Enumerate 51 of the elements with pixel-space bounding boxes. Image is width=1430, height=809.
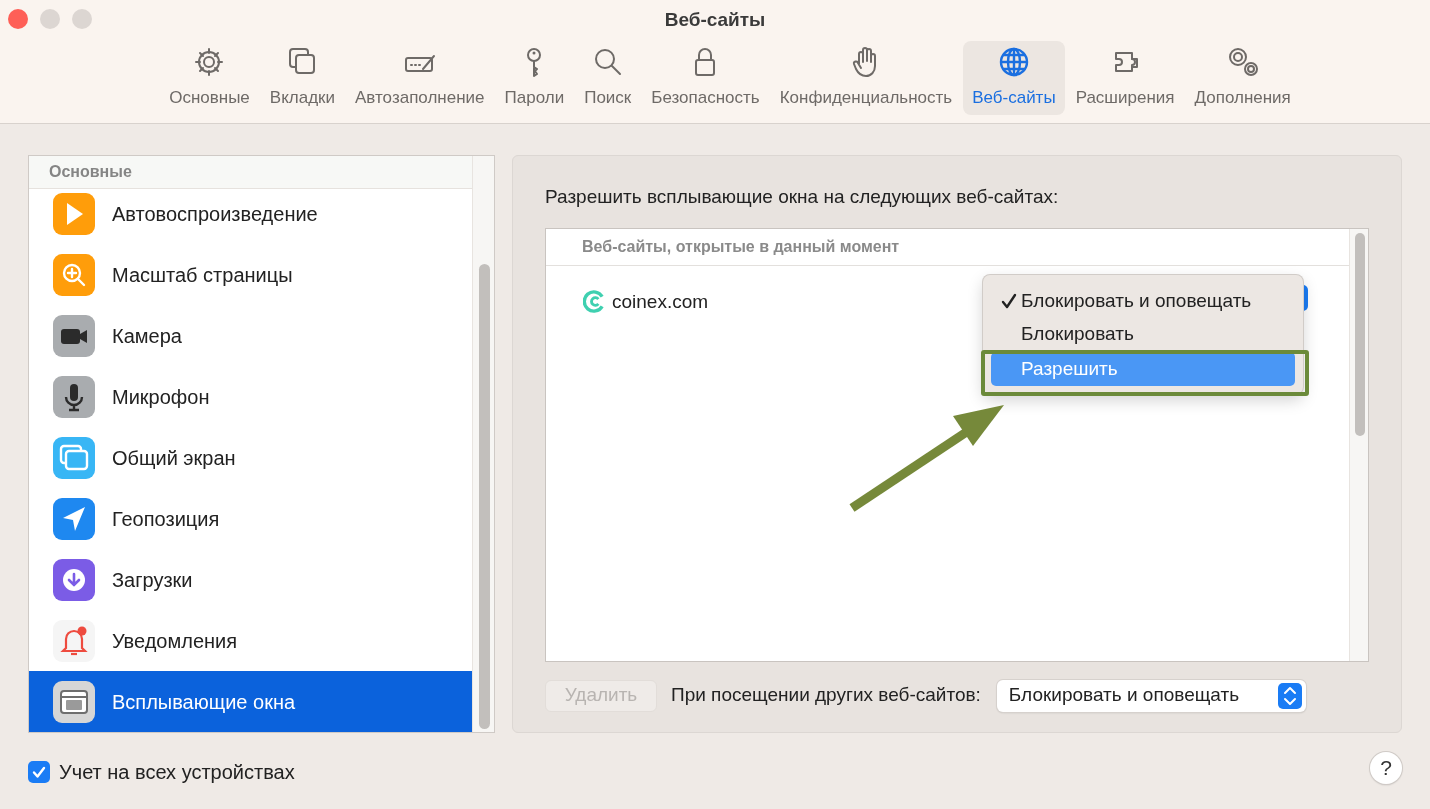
toolbar-tab[interactable]: Поиск [575,40,641,115]
help-button[interactable]: ? [1370,752,1402,784]
close-button[interactable] [8,9,28,29]
zoom-button[interactable] [72,9,92,29]
other-sites-popup[interactable]: Блокировать и оповещать [996,679,1306,712]
sidebar-item[interactable]: Общий экран [29,427,472,488]
sidebar-item[interactable]: Масштаб страницы [29,244,472,305]
menu-item[interactable]: Блокировать и оповещать [991,286,1295,316]
toolbar-tab[interactable]: Основные [160,40,259,115]
download-icon [53,558,95,601]
panel-heading: Разрешить всплывающие окна на следующих веб-сайтах: [545,185,1060,209]
checkmark-icon [31,764,47,780]
menu-item[interactable]: Блокировать [991,319,1295,349]
camera-icon [53,314,95,357]
play-icon [53,192,95,235]
sidebar-item[interactable]: Микрофон [29,366,472,427]
column-header: Веб-сайты, открытые в данный момент [582,236,900,257]
bell-icon [53,619,95,662]
scroll-thumb[interactable] [479,264,490,729]
sidebar-item[interactable]: Автовоспроизведение [29,183,472,244]
menu-item[interactable]: Разрешить [991,352,1295,386]
toolbar-tab[interactable]: Дополнения [1185,40,1300,115]
window-title: Веб-сайты [664,8,766,32]
zoom-icon [53,253,95,296]
site-name: coinex.com [612,289,709,314]
checkbox[interactable] [28,761,50,783]
window-icon [53,680,95,723]
microphone-icon [53,375,95,418]
other-sites-label: При посещении других веб-сайтов: [671,683,981,708]
toolbar-tab[interactable]: Расширения [1066,40,1184,115]
minimize-button[interactable] [40,9,60,29]
toolbar-tab[interactable]: Пароли [495,40,574,115]
toolbar-tab[interactable]: Безопасность [642,40,769,115]
popup-value: Блокировать и оповещать [1008,683,1240,708]
sidebar-item[interactable]: Всплывающие окна [29,671,472,732]
stepper-icon [1277,682,1302,709]
checkmark-icon [1001,293,1017,309]
location-icon [53,497,95,540]
toolbar-tab[interactable]: Автозаполнение [346,40,494,115]
toolbar-tab[interactable]: Веб-сайты [963,40,1065,115]
sidebar-item[interactable]: Уведомления [29,610,472,671]
toolbar-tab[interactable]: Вкладки [260,40,345,115]
sidebar-item[interactable]: Геопозиция [29,488,472,549]
screens-icon [53,436,95,479]
section-header: Основные [49,162,132,182]
sidebar-item[interactable]: Загрузки [29,549,472,610]
site-logo-icon [583,290,606,314]
sidebar-item[interactable]: Камера [29,305,472,366]
toolbar-tab[interactable]: Конфиденциальность [770,40,962,115]
scroll-thumb[interactable] [1355,232,1365,436]
checkbox-label: Учет на всех устройствах [59,760,295,785]
